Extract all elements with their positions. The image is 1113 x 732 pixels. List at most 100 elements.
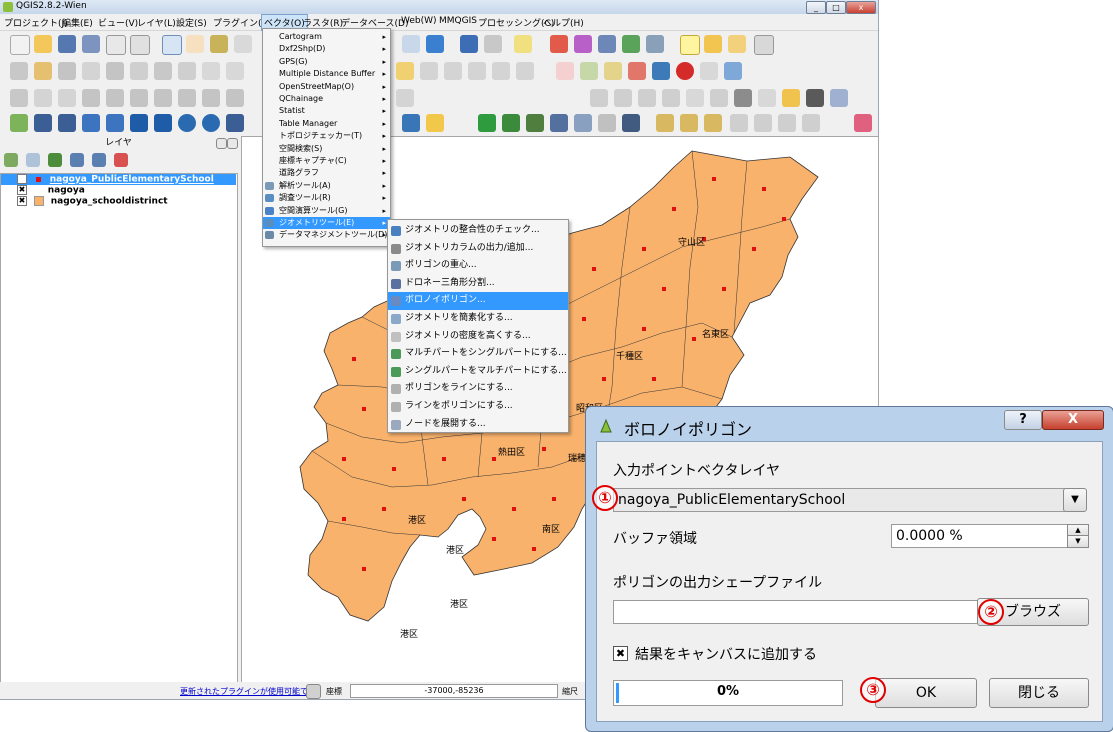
deselect-icon[interactable] bbox=[550, 35, 568, 53]
toggle-editing-icon[interactable] bbox=[34, 62, 52, 80]
extents-toggle-icon[interactable] bbox=[306, 684, 321, 699]
add-vector-icon[interactable] bbox=[10, 114, 28, 132]
map-tips-icon[interactable] bbox=[680, 35, 700, 55]
geometry-menu-item[interactable]: マルチパートをシングルパートにする... bbox=[388, 345, 568, 363]
help-button[interactable]: ? bbox=[1004, 410, 1042, 430]
raster-tool-3-icon[interactable] bbox=[704, 114, 722, 132]
geometry-menu-item[interactable]: ポリゴンの重心... bbox=[388, 257, 568, 275]
buffer-input[interactable]: 0.0000 % bbox=[891, 524, 1069, 548]
raster-tool-1-icon[interactable] bbox=[656, 114, 674, 132]
move-label-icon[interactable] bbox=[468, 62, 486, 80]
snap-icon[interactable] bbox=[686, 89, 704, 107]
mesh-tool-2-icon[interactable] bbox=[754, 114, 772, 132]
add-ring-icon[interactable] bbox=[130, 89, 148, 107]
vector-menu-item[interactable]: ジオメトリツール(E) ▸ bbox=[263, 217, 390, 229]
add-to-canvas-checkbox[interactable]: ✖ bbox=[613, 646, 628, 661]
close-button[interactable]: 閉じる bbox=[989, 678, 1089, 708]
geometry-menu-item[interactable]: ポリゴンをラインにする... bbox=[388, 380, 568, 398]
layer-row-nagoya[interactable]: ✖ nagoya bbox=[1, 185, 85, 196]
new-project-icon[interactable] bbox=[10, 35, 30, 55]
vector-menu-item[interactable]: 調査ツール(R) ▸ bbox=[263, 192, 390, 204]
menu-mmqgis[interactable]: MMQGIS bbox=[439, 16, 477, 26]
select-pointer-icon[interactable] bbox=[162, 35, 182, 55]
save-project-icon[interactable] bbox=[58, 35, 76, 53]
composer-manager-icon[interactable] bbox=[130, 35, 150, 55]
run-action-icon[interactable] bbox=[484, 35, 502, 53]
advanced-edit-icon[interactable] bbox=[10, 89, 28, 107]
move-feature-icon[interactable] bbox=[106, 62, 124, 80]
rotate-label-icon[interactable] bbox=[492, 62, 510, 80]
text-annotation-icon[interactable] bbox=[754, 35, 774, 55]
coord-field[interactable]: -37000,-85236 bbox=[350, 684, 558, 698]
identify-icon[interactable] bbox=[460, 35, 478, 53]
results-icon[interactable] bbox=[550, 114, 568, 132]
geometry-menu-item[interactable]: ジオメトリを簡素化する... bbox=[388, 310, 568, 328]
mesh-tool-1-icon[interactable] bbox=[730, 114, 748, 132]
plugin-update-link[interactable]: 更新されたプラグインが使用可能です bbox=[180, 686, 316, 697]
add-delimited-icon[interactable] bbox=[226, 114, 244, 132]
menu-help[interactable]: ヘルプ(H) bbox=[543, 16, 584, 29]
distribute-icon[interactable] bbox=[662, 89, 680, 107]
mesh-tool-4-icon[interactable] bbox=[802, 114, 820, 132]
spin-down-icon[interactable]: ▼ bbox=[1067, 535, 1089, 548]
filter-icon[interactable] bbox=[48, 153, 62, 167]
redo-icon[interactable] bbox=[58, 89, 76, 107]
simplify-icon[interactable] bbox=[106, 89, 124, 107]
layer-row-districts[interactable]: ✖ nagoya_schooldistrinct bbox=[1, 196, 168, 207]
ok-button[interactable]: OK bbox=[875, 678, 977, 708]
measure-icon[interactable] bbox=[646, 35, 664, 53]
show-hide-label-icon[interactable] bbox=[444, 62, 462, 80]
add-spatialite-icon[interactable] bbox=[82, 114, 100, 132]
add-feature-icon[interactable] bbox=[82, 62, 100, 80]
geometry-menu-item[interactable]: ラインをポリゴンにする... bbox=[388, 398, 568, 416]
hand-point-icon[interactable] bbox=[782, 89, 800, 107]
mesh-tool-3-icon[interactable] bbox=[778, 114, 796, 132]
sigma-icon[interactable] bbox=[700, 62, 718, 80]
paste-icon[interactable] bbox=[226, 62, 244, 80]
chevron-down-icon[interactable]: ▼ bbox=[1063, 488, 1087, 512]
geometry-menu-item[interactable]: ジオメトリの密度を高くする... bbox=[388, 328, 568, 346]
menu-project[interactable]: プロジェクト(J) bbox=[4, 16, 68, 29]
cut-icon[interactable] bbox=[178, 62, 196, 80]
add-part-icon[interactable] bbox=[154, 89, 172, 107]
menu-web[interactable]: Web(W) bbox=[401, 16, 437, 26]
graphical-modeler-icon[interactable] bbox=[502, 114, 520, 132]
close-dialog-button[interactable]: X bbox=[1042, 410, 1104, 430]
zoom-next-icon[interactable] bbox=[402, 35, 420, 53]
sum-icon[interactable] bbox=[830, 89, 848, 107]
add-wfs-icon[interactable] bbox=[202, 114, 220, 132]
add-oracle-icon[interactable] bbox=[130, 114, 148, 132]
vector-menu-item[interactable]: 道路グラフ ▸ bbox=[263, 167, 390, 179]
vector-menu-item[interactable]: データマネジメントツール(D) ▸ bbox=[263, 229, 390, 241]
layer-style-icon[interactable] bbox=[4, 153, 18, 167]
geometry-menu-item[interactable]: ボロノイポリゴン... bbox=[388, 292, 568, 310]
align-right-icon[interactable] bbox=[638, 89, 656, 107]
geometry-menu-item[interactable]: ジオメトリの整合性のチェック... bbox=[388, 222, 568, 240]
layer-row-schools[interactable]: ✖ nagoya_PublicElementarySchool bbox=[1, 174, 236, 185]
layer-visibility-checkbox[interactable]: ✖ bbox=[17, 196, 27, 206]
commander-icon[interactable] bbox=[574, 114, 592, 132]
vector-menu-item[interactable]: GPS(G) ▸ bbox=[263, 56, 390, 68]
spin-icon[interactable] bbox=[710, 89, 728, 107]
gps-icon[interactable] bbox=[604, 62, 622, 80]
show-bookmarks-icon[interactable] bbox=[728, 35, 746, 53]
align-center-icon[interactable] bbox=[614, 89, 632, 107]
input-layer-select[interactable]: nagoya_PublicElementarySchool bbox=[613, 488, 1065, 512]
grid-overlay-icon[interactable] bbox=[854, 114, 872, 132]
expand-all-icon[interactable] bbox=[70, 153, 84, 167]
layer-visibility-checkbox[interactable]: ✖ bbox=[17, 185, 27, 195]
vector-menu-item[interactable]: 解析ツール(A) ▸ bbox=[263, 180, 390, 192]
plugin-manager-icon[interactable] bbox=[426, 114, 444, 132]
chart-icon[interactable] bbox=[724, 62, 742, 80]
delete-selected-icon[interactable] bbox=[154, 62, 172, 80]
heatmap-icon[interactable] bbox=[652, 62, 670, 80]
delete-ring-icon[interactable] bbox=[202, 89, 220, 107]
layer-visibility-checkbox[interactable]: ✖ bbox=[17, 174, 27, 184]
options-icon[interactable] bbox=[598, 114, 616, 132]
add-mssql-icon[interactable] bbox=[106, 114, 124, 132]
reshape-icon[interactable] bbox=[396, 89, 414, 107]
attribute-table-icon[interactable] bbox=[598, 35, 616, 53]
menu-layer[interactable]: レイヤ(L) bbox=[137, 16, 176, 29]
collapse-all-icon[interactable] bbox=[92, 153, 106, 167]
vector-menu-item[interactable]: 座標キャプチャ(C) ▸ bbox=[263, 155, 390, 167]
